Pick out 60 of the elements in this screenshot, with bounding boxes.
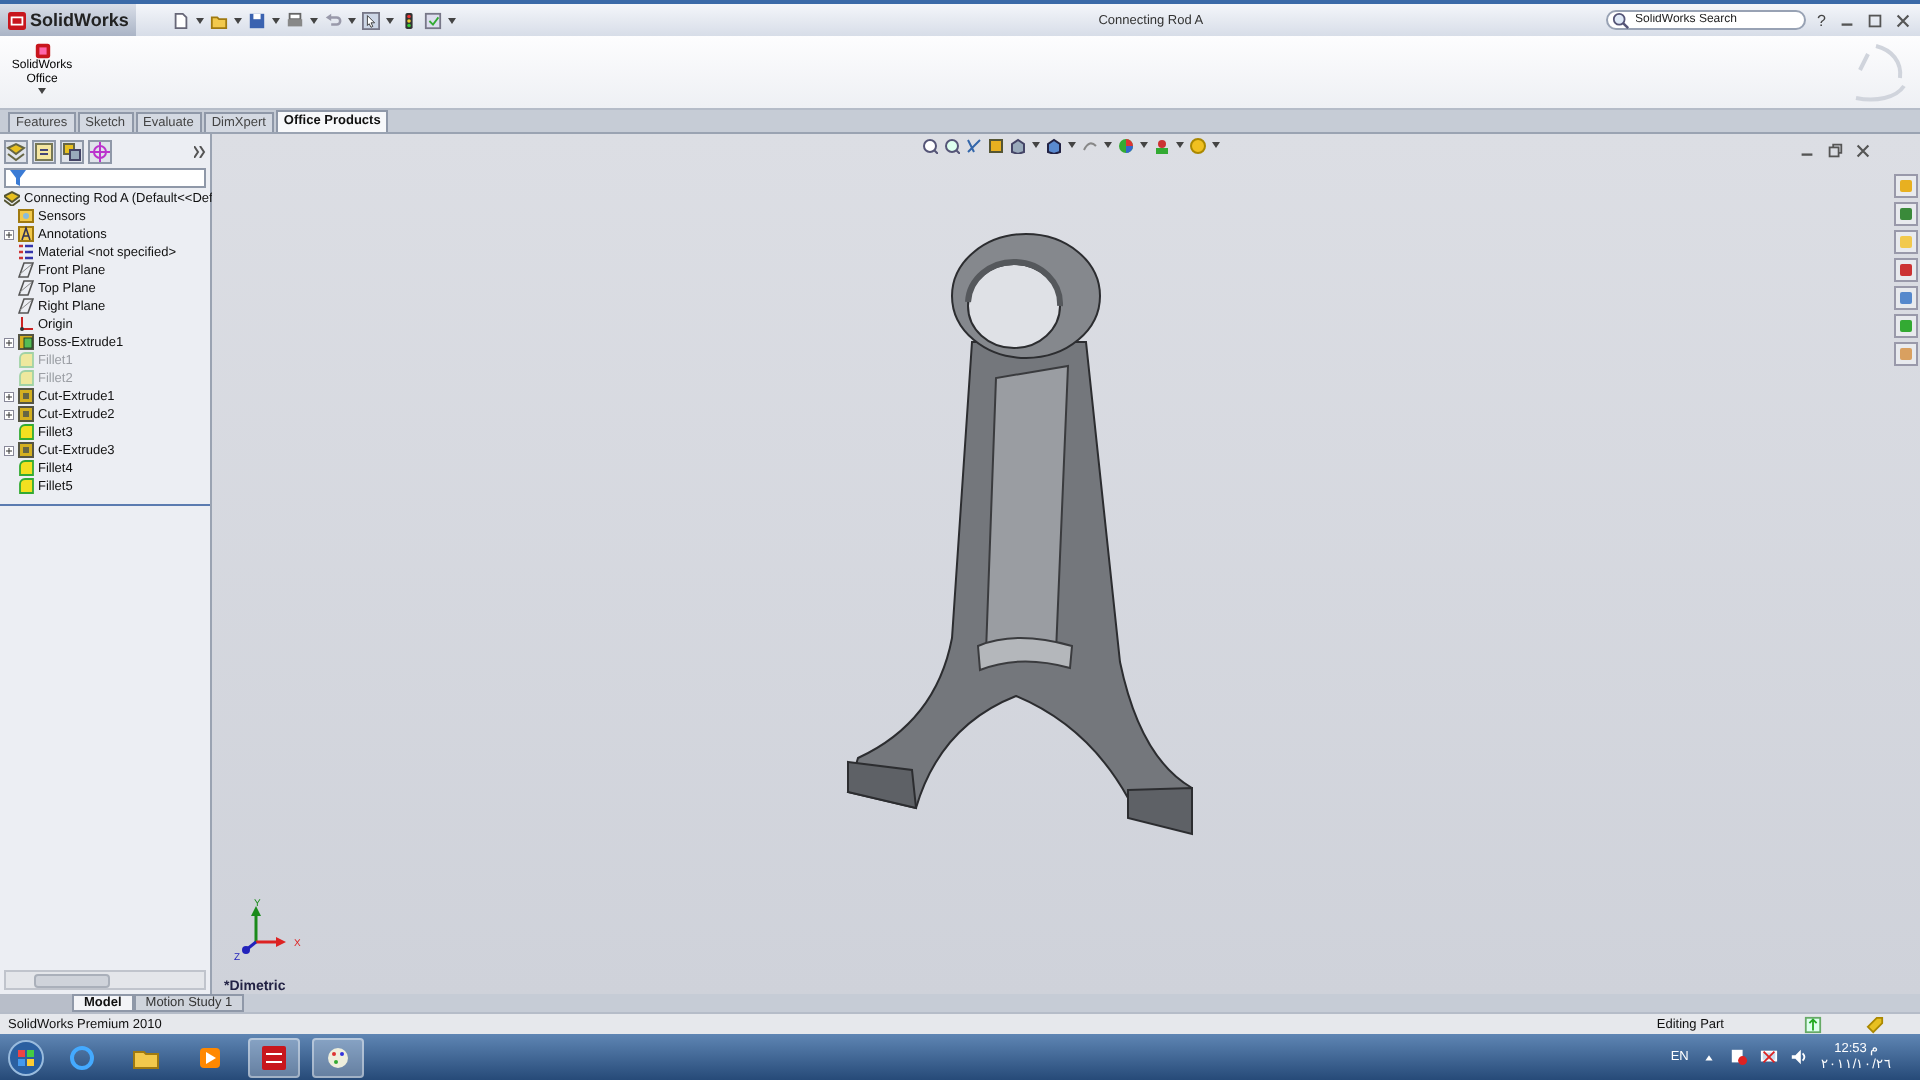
close-icon[interactable]	[1854, 141, 1872, 160]
traffic-light-icon[interactable]	[400, 11, 419, 29]
material-icon	[18, 244, 34, 261]
zoom-fit-icon[interactable]	[922, 137, 938, 154]
caret-icon[interactable]	[1068, 142, 1076, 149]
filter-icon	[10, 169, 26, 186]
filter-field[interactable]	[4, 167, 206, 188]
caret-icon[interactable]	[1176, 142, 1184, 149]
expand-icon[interactable]	[4, 337, 14, 348]
logo-icon	[8, 11, 26, 29]
expand-icon[interactable]	[4, 445, 14, 456]
part-icon	[4, 190, 20, 207]
rebuild-icon[interactable]	[1804, 1015, 1822, 1034]
speaker-icon[interactable]	[1790, 1048, 1809, 1067]
options-icon[interactable]	[424, 11, 443, 29]
caret-icon[interactable]	[38, 88, 46, 94]
zoom-area-icon[interactable]	[944, 137, 960, 154]
caret-icon[interactable]	[234, 17, 243, 23]
fillet-feature-icon	[18, 424, 34, 441]
expand-icon[interactable]	[4, 391, 14, 402]
tag-icon[interactable]	[1866, 1015, 1884, 1034]
printer-icon[interactable]	[286, 11, 305, 29]
caret-icon[interactable]	[448, 17, 457, 23]
media-player-icon[interactable]	[196, 1043, 224, 1072]
close-icon[interactable]	[1894, 11, 1912, 29]
sensor-folder-icon	[18, 208, 34, 225]
property-icon[interactable]	[32, 139, 56, 164]
scroll-thumb[interactable]	[34, 973, 110, 988]
annotation-folder-icon	[18, 226, 34, 243]
caret-icon[interactable]	[1140, 142, 1148, 149]
feature-tree-icon[interactable]	[4, 139, 28, 164]
app-logo[interactable]: SolidWorks	[0, 4, 137, 36]
caret-icon[interactable]	[348, 17, 357, 23]
caret-icon[interactable]	[196, 17, 205, 23]
caret-icon[interactable]	[1032, 142, 1040, 149]
configuration-icon[interactable]	[60, 139, 84, 164]
app-icon[interactable]	[260, 1043, 288, 1072]
office-icon	[33, 42, 51, 60]
expand-icon[interactable]	[4, 229, 14, 240]
scroll-bar[interactable]	[4, 970, 206, 991]
help-button[interactable]: ?	[1817, 11, 1826, 29]
paint-icon[interactable]	[324, 1043, 352, 1072]
caret-icon[interactable]	[1212, 142, 1220, 149]
maximize-icon[interactable]	[1866, 11, 1884, 29]
extrude-feature-icon	[18, 334, 34, 351]
new-document-icon[interactable]	[172, 11, 191, 29]
origin-icon	[18, 316, 34, 333]
save-icon[interactable]	[248, 11, 267, 29]
start-button[interactable]	[8, 1039, 44, 1076]
caret-icon[interactable]	[1104, 142, 1112, 149]
pointer-icon[interactable]	[362, 11, 381, 29]
caret-icon[interactable]	[272, 17, 281, 23]
crosshair-icon[interactable]	[88, 139, 112, 164]
network-icon[interactable]	[1760, 1048, 1779, 1067]
expand-icon[interactable]	[4, 409, 14, 420]
restore-icon[interactable]	[1826, 141, 1844, 160]
caret-icon[interactable]	[386, 17, 395, 23]
cut-feature-icon	[18, 442, 34, 459]
caret-icon[interactable]	[310, 17, 319, 23]
expand-arrows-icon[interactable]	[194, 145, 206, 158]
